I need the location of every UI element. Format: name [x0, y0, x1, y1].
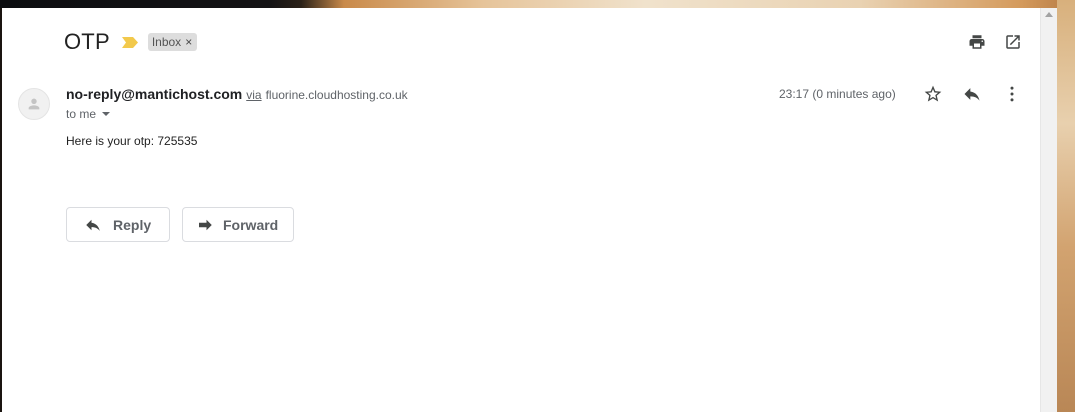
label-chip-inbox: Inbox × [147, 33, 198, 51]
person-icon [28, 98, 40, 110]
recipient-details-chevron-down-icon[interactable] [102, 112, 111, 116]
email-timestamp: 23:17 (0 minutes ago) [779, 87, 896, 101]
sender-email[interactable]: no-reply@mantichost.com [66, 86, 242, 102]
reply-button[interactable]: Reply [66, 207, 170, 242]
reply-icon [964, 88, 980, 101]
recipient-text: to me [66, 107, 97, 121]
importance-marker-icon[interactable] [121, 36, 138, 48]
more-vert-icon [1010, 86, 1014, 102]
reply-icon-button[interactable] [960, 82, 984, 106]
recipient-line: to me [66, 106, 111, 122]
reply-icon [83, 215, 103, 235]
remove-label-icon[interactable]: × [185, 35, 192, 49]
more-options-button[interactable] [1000, 82, 1024, 106]
reply-button-label: Reply [113, 216, 152, 233]
star-button[interactable] [921, 82, 945, 106]
star-icon [924, 85, 942, 102]
open-in-new-window-icon [1006, 35, 1020, 49]
subject-row: OTP Inbox × [64, 29, 198, 55]
forward-icon [195, 215, 215, 235]
open-in-new-window-button[interactable] [1001, 30, 1025, 54]
email-body: Here is your otp: 725535 [66, 134, 198, 148]
background-photo-top [0, 0, 1075, 8]
vertical-scrollbar[interactable] [1040, 8, 1057, 412]
forward-button-label: Forward [223, 216, 279, 233]
email-view: OTP Inbox × no-reply@mantichost.com via … [2, 8, 1040, 412]
print-icon [969, 35, 985, 49]
label-chip-text: Inbox [151, 35, 182, 49]
sender-line: no-reply@mantichost.com via fluorine.clo… [66, 86, 408, 104]
sender-avatar [18, 88, 50, 120]
scroll-up-arrow-icon[interactable] [1045, 12, 1053, 17]
via-link[interactable]: via [246, 88, 261, 102]
print-button[interactable] [965, 30, 989, 54]
forward-button[interactable]: Forward [182, 207, 294, 242]
email-subject: OTP [64, 29, 110, 54]
background-photo-right [1057, 0, 1075, 412]
via-domain: fluorine.cloudhosting.co.uk [265, 88, 408, 102]
